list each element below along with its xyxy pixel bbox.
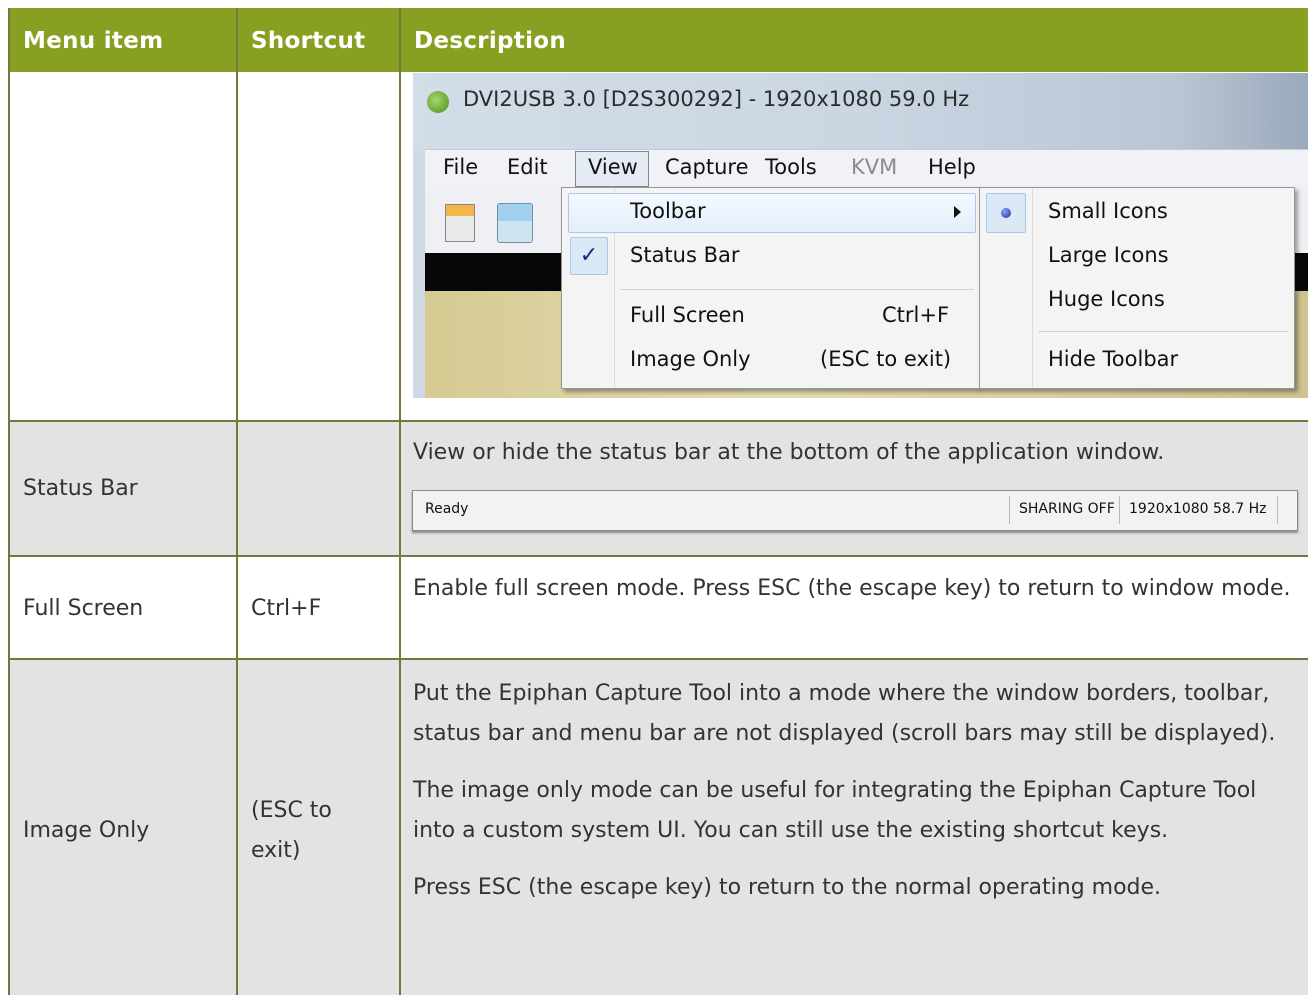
window-title: DVI2USB 3.0 [D2S300292] - 1920x1080 59.0… [463, 87, 970, 111]
view-menu-toolbar[interactable]: Toolbar [630, 199, 706, 223]
menu-tools[interactable]: Tools [765, 155, 817, 179]
status-sharing: SHARING OFF [1019, 501, 1115, 517]
menu-gutter [1032, 188, 1033, 388]
menu-kvm[interactable]: KVM [851, 155, 897, 179]
cell-shortcut: (ESC to exit) [251, 798, 332, 863]
description-text: Press ESC (the escape key) to return to … [413, 875, 1162, 900]
grid-line [236, 8, 238, 995]
menu-view[interactable]: View [588, 155, 638, 179]
header-menu-item: Menu item [23, 28, 164, 54]
header-shortcut: Shortcut [251, 28, 366, 54]
status-bar-image: Ready SHARING OFF 1920x1080 58.7 Hz [412, 490, 1298, 531]
table-header: Menu item Shortcut Description [8, 8, 1308, 72]
description-text: Enable full screen mode. Press ESC (the … [413, 576, 1291, 601]
menu-file[interactable]: File [443, 155, 478, 179]
description-text: Put the Epiphan Capture Tool into a mode… [413, 681, 1276, 746]
status-divider [1009, 496, 1010, 524]
grid-line [8, 658, 1308, 660]
cell-menu-item: Full Screen [23, 596, 144, 621]
menu-help[interactable]: Help [928, 155, 976, 179]
grid-line [8, 8, 10, 995]
menu-separator [1038, 331, 1288, 332]
cell-menu-item: Image Only [23, 818, 150, 843]
status-divider [1119, 496, 1120, 524]
full-screen-shortcut: Ctrl+F [882, 303, 950, 327]
submenu-arrow-icon [954, 206, 961, 218]
save-icon[interactable] [445, 204, 475, 242]
header-description: Description [414, 28, 567, 54]
status-ready: Ready [425, 501, 469, 517]
submenu-small-icons[interactable]: Small Icons [1048, 199, 1168, 223]
cell-menu-item: Status Bar [23, 476, 138, 501]
cell-description: Put the Epiphan Capture Tool into a mode… [413, 674, 1298, 925]
description-text: The image only mode can be useful for in… [413, 778, 1257, 843]
menu-capture[interactable]: Capture [665, 155, 749, 179]
grid-line [399, 8, 401, 995]
grid-line [8, 420, 1308, 422]
radio-dot-icon [1001, 208, 1011, 218]
image-only-shortcut: (ESC to exit) [820, 347, 952, 371]
view-menu-full-screen[interactable]: Full Screen [630, 303, 745, 327]
cell-shortcut: Ctrl+F [251, 596, 322, 621]
menu-bar: File Edit View Capture Tools KVM Help [425, 149, 1308, 188]
submenu-large-icons[interactable]: Large Icons [1048, 243, 1169, 267]
submenu-hide-toolbar[interactable]: Hide Toolbar [1048, 347, 1178, 371]
cell-description: Enable full screen mode. Press ESC (the … [413, 569, 1293, 626]
cell-description: View or hide the status bar at the botto… [413, 433, 1293, 490]
description-text: View or hide the status bar at the botto… [413, 440, 1165, 465]
window-titlebar: DVI2USB 3.0 [D2S300292] - 1920x1080 59.0… [413, 73, 1308, 151]
status-signal: 1920x1080 58.7 Hz [1129, 501, 1267, 517]
grid-line [8, 555, 1308, 557]
view-menu-screenshot: DVI2USB 3.0 [D2S300292] - 1920x1080 59.0… [413, 73, 1308, 398]
menu-edit[interactable]: Edit [507, 155, 548, 179]
toolbar-submenu: Small Icons Large Icons Huge Icons Hide … [979, 187, 1295, 389]
app-logo-icon [427, 91, 449, 113]
print-icon[interactable] [497, 203, 533, 243]
view-menu-status-bar[interactable]: Status Bar [630, 243, 740, 267]
view-menu: Toolbar ✓ Status Bar Full Screen Ctrl+F … [561, 187, 980, 389]
submenu-huge-icons[interactable]: Huge Icons [1048, 287, 1165, 311]
radio-selected [986, 193, 1026, 233]
status-divider [1277, 496, 1278, 524]
view-menu-image-only[interactable]: Image Only [630, 347, 751, 371]
check-icon: ✓ [570, 237, 608, 275]
menu-separator [620, 289, 974, 290]
